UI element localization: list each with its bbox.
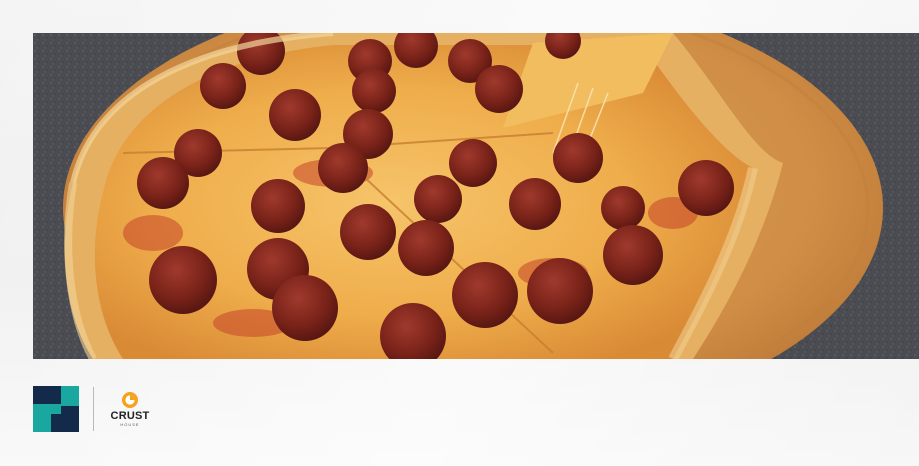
partner-logo-icon [33, 386, 79, 432]
logo-divider [93, 387, 94, 431]
hero-image [33, 33, 919, 359]
crust-house-name: CRUST [110, 410, 150, 422]
crust-house-subtitle: HOUSE [120, 422, 140, 427]
brand-bar: CRUST HOUSE [33, 384, 152, 434]
crust-house-logo: CRUST HOUSE [108, 391, 152, 427]
slide-page: CRUST HOUSE [0, 0, 919, 466]
crust-house-mark-icon [122, 392, 138, 408]
pizza-photo-icon [33, 33, 919, 359]
